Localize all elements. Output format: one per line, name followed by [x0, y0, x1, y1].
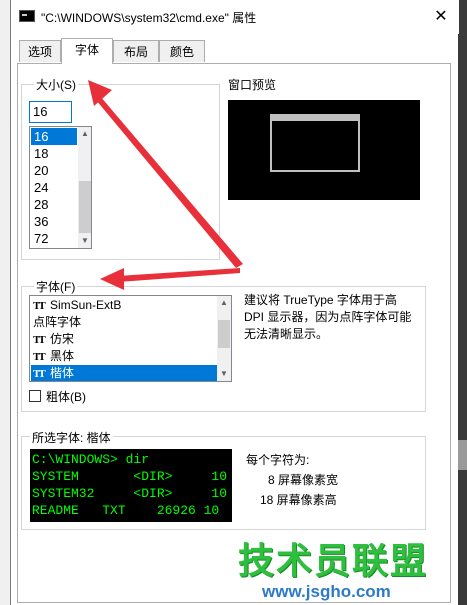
close-button[interactable]: ✕	[429, 6, 453, 28]
scroll-up-icon[interactable]: ▲	[217, 296, 231, 310]
size-listbox[interactable]: 16 18 20 24 28 36 72 ▲ ▼	[29, 126, 92, 249]
sample-line: README TXT 26926 10	[32, 503, 220, 518]
font-sample-console: C:\WINDOWS> dir SYSTEM <DIR> 10 SYSTEM32…	[30, 449, 232, 522]
scroll-down-icon[interactable]: ▼	[78, 234, 91, 248]
scroll-thumb[interactable]	[79, 181, 91, 233]
font-option[interactable]: TT 仿宋	[31, 331, 217, 348]
truetype-icon: TT	[33, 300, 46, 312]
desktop-background	[458, 0, 467, 605]
font-option[interactable]: TT SimSun-ExtB	[31, 297, 217, 314]
size-option[interactable]: 18	[31, 145, 77, 162]
size-option[interactable]: 28	[31, 196, 77, 213]
truetype-icon: TT	[33, 334, 46, 346]
selected-font-label: 所选字体: 楷体	[30, 429, 113, 446]
size-option[interactable]: 16	[31, 128, 77, 145]
font-scrollbar[interactable]: ▲ ▼	[217, 296, 231, 381]
size-option[interactable]: 20	[31, 162, 77, 179]
size-group-label: 大小(S)	[34, 76, 78, 93]
sample-line: SYSTEM <DIR> 10	[32, 469, 228, 484]
sample-line: SYSTEM32 <DIR> 10	[32, 486, 228, 501]
font-listbox[interactable]: TT SimSun-ExtB 点阵字体 TT 仿宋 TT 黑体 TT 楷体 ▲ ▼	[29, 295, 232, 382]
size-option[interactable]: 24	[31, 179, 77, 196]
character-size-info: 每个字符为: 8 屏幕像素宽 18 屏幕像素高	[246, 450, 338, 510]
tab-options[interactable]: 选项	[19, 40, 61, 62]
font-option[interactable]: 点阵字体	[31, 314, 217, 331]
tab-colors[interactable]: 颜色	[159, 40, 205, 62]
tab-layout[interactable]: 布局	[113, 40, 159, 62]
font-option[interactable]: TT 楷体	[31, 365, 217, 381]
title-bar[interactable]: "C:\WINDOWS\system32\cmd.exe" 属性 ✕	[11, 0, 459, 34]
char-info-heading: 每个字符为:	[246, 453, 310, 467]
truetype-icon: TT	[33, 351, 46, 363]
window-preview	[228, 100, 420, 200]
cmd-app-icon	[19, 10, 35, 22]
bold-checkbox[interactable]	[29, 390, 41, 402]
size-option[interactable]: 72	[31, 230, 77, 247]
size-option[interactable]: 36	[31, 213, 77, 230]
preview-window-outline	[270, 114, 360, 172]
preview-label: 窗口预览	[228, 78, 277, 92]
bold-checkbox-label[interactable]: 粗体(B)	[46, 388, 86, 405]
truetype-icon: TT	[33, 368, 46, 380]
sample-line: C:\WINDOWS> dir	[32, 452, 150, 467]
font-option[interactable]: TT 黑体	[31, 348, 217, 365]
char-width: 8 屏幕像素宽	[268, 473, 339, 487]
window-title: "C:\WINDOWS\system32\cmd.exe" 属性	[41, 11, 257, 25]
scroll-down-icon[interactable]: ▼	[217, 367, 231, 381]
size-scrollbar[interactable]: ▲ ▼	[78, 127, 91, 248]
font-group-label: 字体(F)	[34, 278, 78, 295]
background-window-fragment	[0, 0, 10, 605]
scroll-thumb[interactable]	[218, 320, 230, 348]
size-input[interactable]: 16	[29, 101, 72, 123]
char-height: 18 屏幕像素高	[260, 493, 337, 507]
truetype-advice-text: 建议将 TrueType 字体用于高 DPI 显示器，因为点阵字体可能无法清晰显…	[244, 293, 412, 341]
scroll-up-icon[interactable]: ▲	[78, 127, 91, 141]
tab-font[interactable]: 字体	[61, 38, 113, 64]
